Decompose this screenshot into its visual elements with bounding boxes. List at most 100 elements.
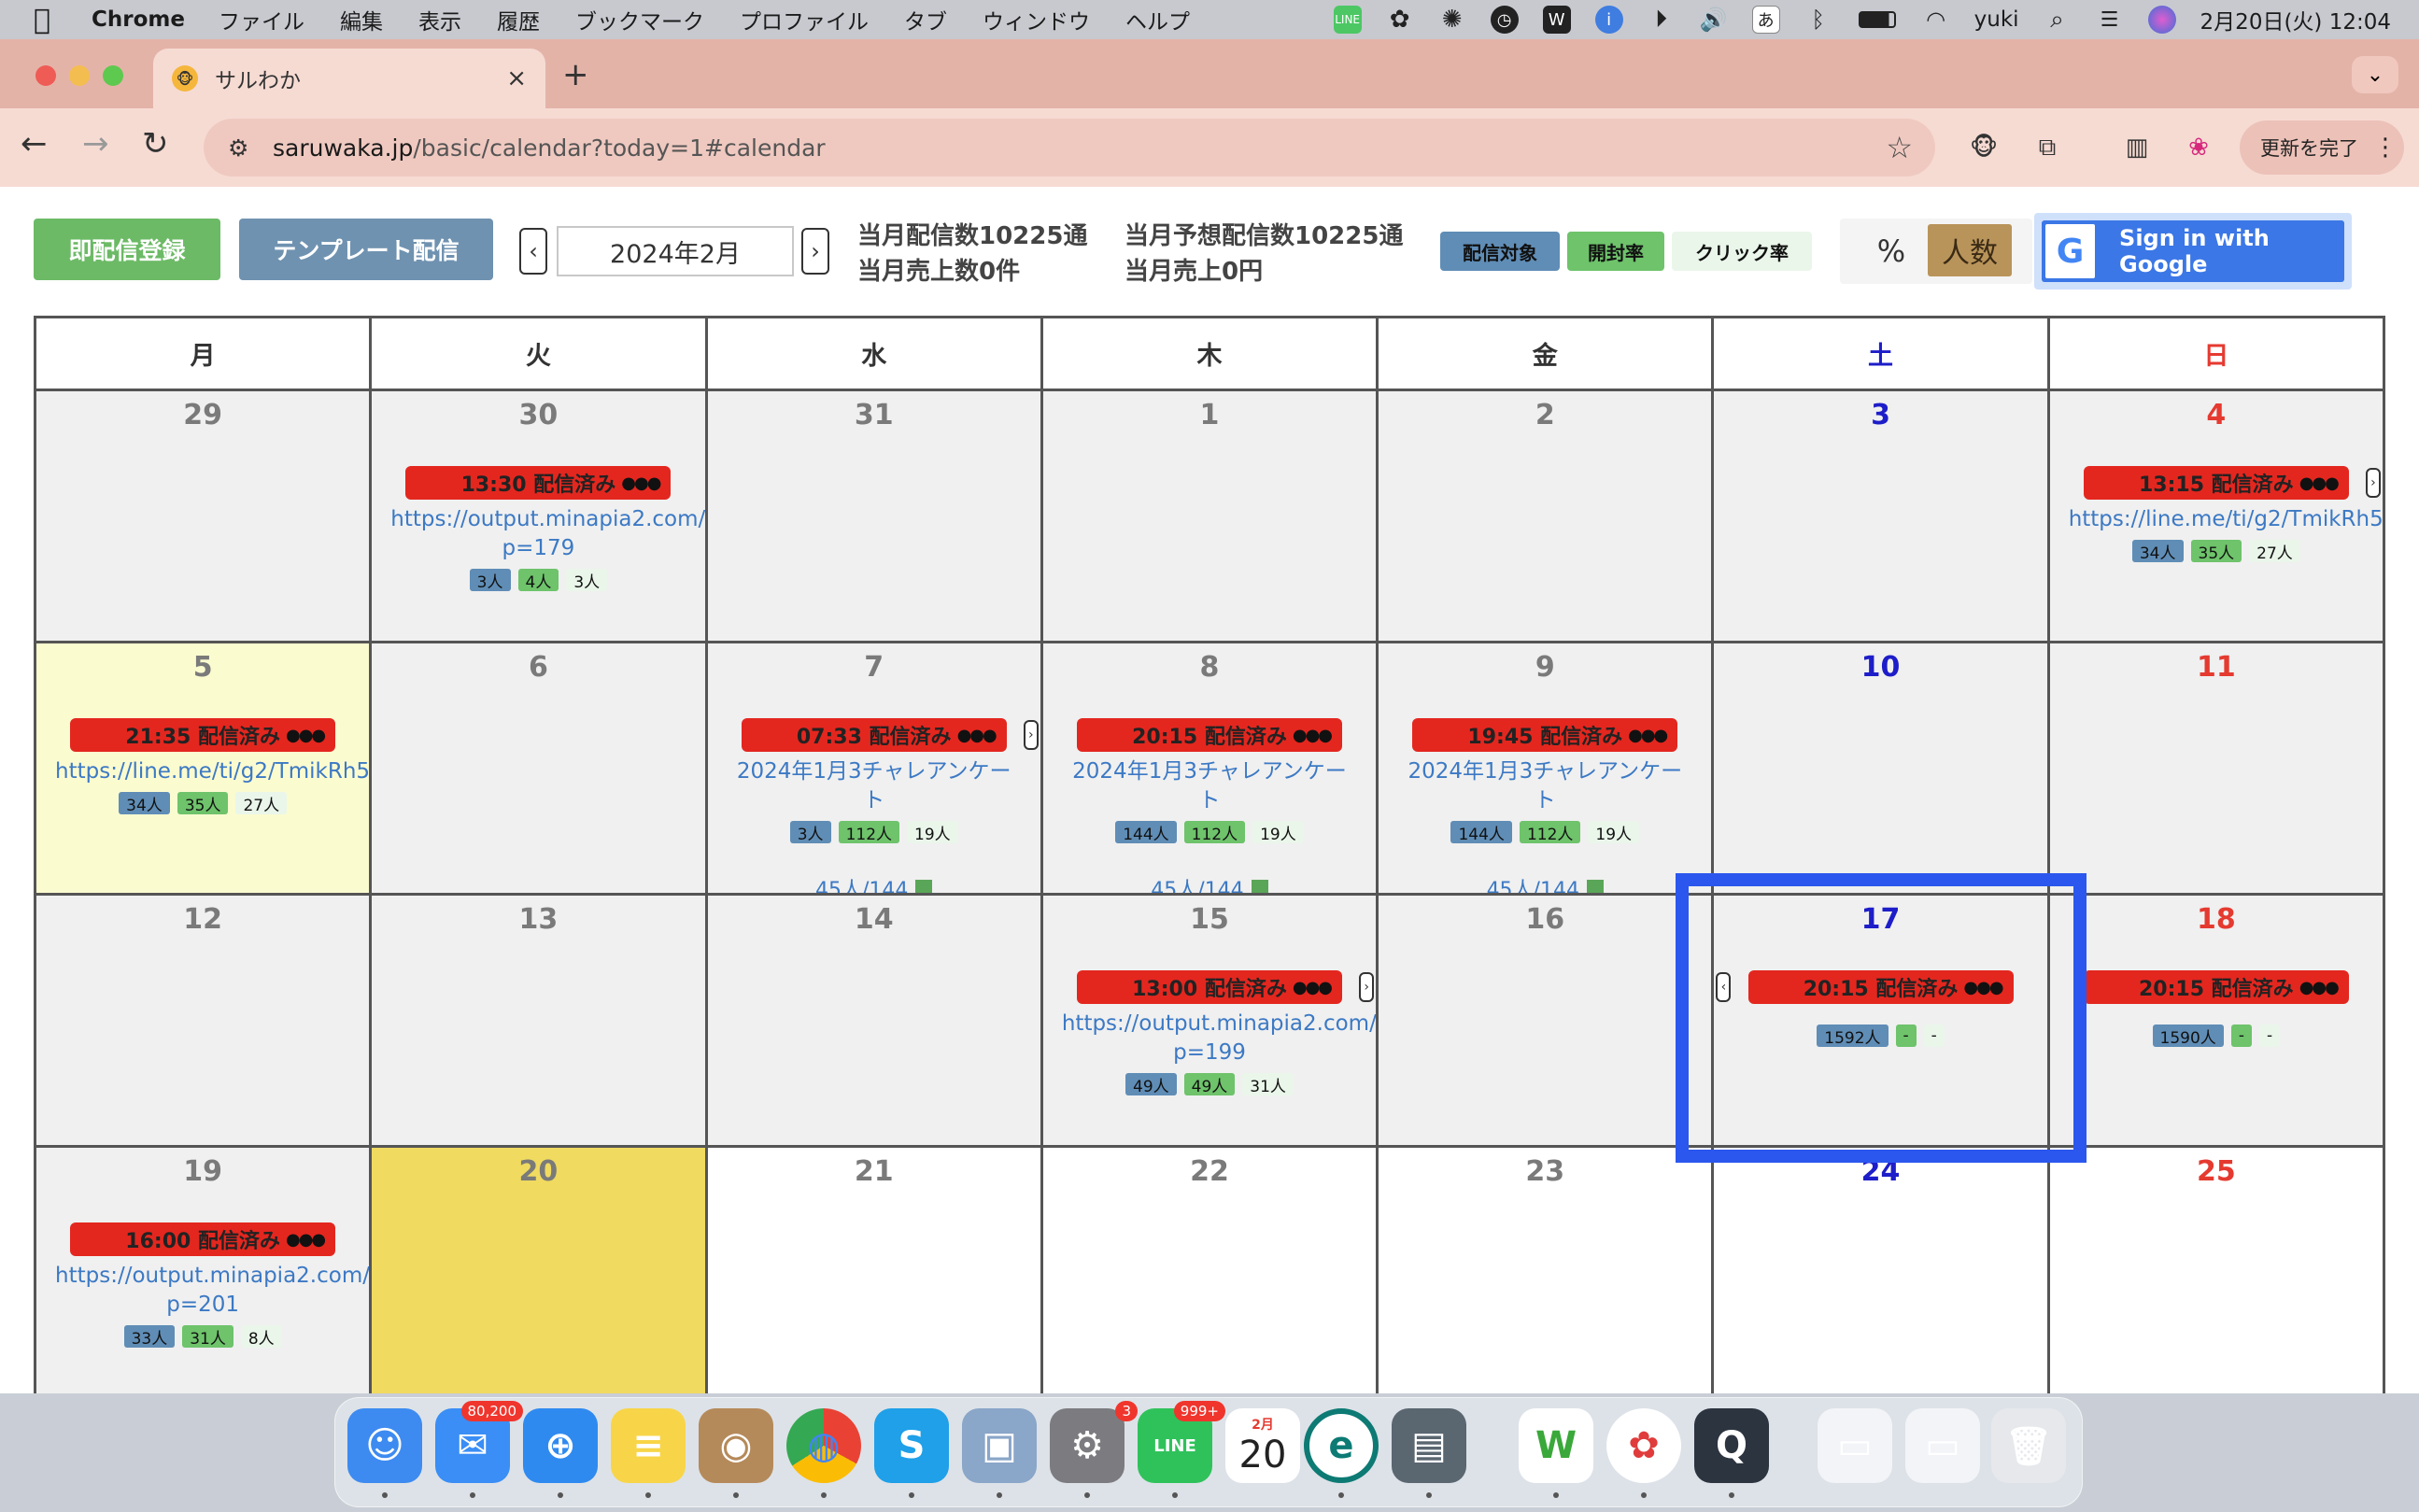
site-info-icon[interactable]: ⚙ bbox=[228, 134, 260, 162]
delivery-event[interactable]: 20:15 配信済み ●●● 2024年1月3チャレアンケート 144人 112人 19人 bbox=[1043, 718, 1376, 844]
event-link[interactable]: https://output.minapia2.com/?p=179 bbox=[372, 505, 704, 563]
event-link[interactable]: https://output.minapia2.com/?p=199 bbox=[1043, 1010, 1376, 1067]
play-icon[interactable]: ⏵ bbox=[1648, 6, 1676, 34]
volume-icon[interactable]: 🔊 bbox=[1700, 6, 1728, 34]
profile-avatar-icon[interactable]: ❀ bbox=[2182, 131, 2215, 164]
menu-tab[interactable]: タブ bbox=[904, 4, 947, 35]
event-status-bar[interactable]: 19:45 配信済み ●●● bbox=[1412, 718, 1678, 752]
calendar-day-cell[interactable]: 29 bbox=[36, 391, 373, 643]
google-signin-button[interactable]: G Sign in with Google bbox=[2042, 220, 2344, 282]
window-1-dock-icon[interactable]: ▭ bbox=[1818, 1408, 1892, 1483]
browser-tab[interactable]: 🐵 サルわか × bbox=[153, 49, 545, 108]
calendar-day-cell[interactable]: 19 16:00 配信済み ●●● https://output.minapia2.c… bbox=[36, 1148, 373, 1393]
menu-bookmarks[interactable]: ブックマーク bbox=[575, 4, 704, 35]
calendar-day-cell[interactable]: 4 13:15 配信済み ●●● https://line.me/ti/g2/Tmik… bbox=[2049, 391, 2385, 643]
event-status-bar[interactable]: 21:35 配信済み ●●● bbox=[70, 718, 336, 752]
back-icon[interactable]: ← bbox=[21, 125, 48, 163]
bookmark-star-icon[interactable]: ☆ bbox=[1886, 130, 1913, 165]
spreadsheet-icon[interactable] bbox=[1586, 880, 1604, 893]
calendar-day-cell[interactable]: 7 07:33 配信済み ●●● 2024年1月3チャレアンケート 3人 112人 19人 4… bbox=[707, 643, 1043, 896]
next-event-icon[interactable]: › bbox=[1359, 972, 1375, 1002]
menu-edit[interactable]: 編集 bbox=[340, 4, 383, 35]
calendar-day-cell[interactable]: 8 20:15 配信済み ●●● 2024年1月3チャレアンケート 144人 112人 19… bbox=[1042, 643, 1379, 896]
more-options-icon[interactable]: ●●● bbox=[1293, 978, 1333, 997]
control-center-icon[interactable]: ☰ bbox=[2096, 6, 2124, 34]
clock-icon[interactable]: ◷ bbox=[1490, 6, 1519, 34]
calendar-dock-icon[interactable]: 2月 20 bbox=[1225, 1408, 1300, 1483]
update-button[interactable]: 更新を完了 ⋮ bbox=[2240, 120, 2404, 175]
eset-dock-icon[interactable]: e bbox=[1304, 1408, 1379, 1483]
window-zoom-button[interactable] bbox=[103, 65, 123, 86]
next-event-icon[interactable]: › bbox=[2365, 468, 2381, 498]
calendar-day-cell[interactable]: 3 bbox=[1714, 391, 2050, 643]
preview-dock-icon[interactable]: ▣ bbox=[962, 1408, 1037, 1483]
scanner-dock-icon[interactable]: ▤ bbox=[1392, 1408, 1466, 1483]
system-settings-dock-icon[interactable]: ⚙ 3 bbox=[1050, 1401, 1138, 1483]
reload-icon[interactable]: ↻ bbox=[142, 125, 169, 163]
calendar-day-cell[interactable]: 5 21:35 配信済み ●●● https://line.me/ti/g2/Tmik… bbox=[36, 643, 373, 896]
more-options-icon[interactable]: ●●● bbox=[1628, 726, 1668, 745]
calendar-day-cell[interactable]: 24 bbox=[1714, 1148, 2050, 1393]
address-bar[interactable]: ⚙ saruwaka.jp/basic/calendar?today=1#cal… bbox=[204, 119, 1935, 177]
extensions-puzzle-icon[interactable]: ⧉ bbox=[2030, 131, 2064, 164]
menu-clock[interactable]: 2月20日(火) 12:04 bbox=[2200, 4, 2391, 35]
new-tab-button[interactable]: + bbox=[562, 56, 589, 93]
user-name[interactable]: yuki bbox=[1974, 7, 2019, 32]
pinwheel-dock-icon[interactable]: ✿ bbox=[1606, 1408, 1681, 1483]
chrome-dock-icon[interactable]: ◍ bbox=[786, 1408, 861, 1483]
calendar-day-cell[interactable]: 21 bbox=[707, 1148, 1043, 1393]
menu-window[interactable]: ウィンドウ bbox=[983, 4, 1090, 35]
calendar-day-cell[interactable]: 2 bbox=[1379, 391, 1715, 643]
calendar-day-cell[interactable]: 9 19:45 配信済み ●●● 2024年1月3チャレアンケート 144人 112人 19… bbox=[1379, 643, 1715, 896]
search-icon[interactable]: ⌕ bbox=[2044, 6, 2072, 34]
pinwheel-icon[interactable]: ✿ bbox=[1386, 6, 1414, 34]
event-status-bar[interactable]: 07:33 配信済み ●●● bbox=[741, 718, 1007, 752]
brightness-icon[interactable]: ✺ bbox=[1438, 6, 1466, 34]
w-app-dock-icon[interactable]: W bbox=[1519, 1408, 1593, 1483]
prev-month-button[interactable]: ‹ bbox=[519, 228, 547, 275]
people-toggle[interactable]: 人数 bbox=[1928, 224, 2012, 276]
calendar-day-cell[interactable]: 25 bbox=[2049, 1148, 2385, 1393]
answer-count-link[interactable]: 45人/144 bbox=[1043, 873, 1376, 893]
battery-icon[interactable] bbox=[1857, 6, 1898, 34]
spreadsheet-icon[interactable] bbox=[1251, 880, 1268, 893]
delivery-event[interactable]: 13:15 配信済み ●●● https://line.me/ti/g2/TmikR… bbox=[2050, 466, 2383, 563]
calendar-day-cell[interactable]: 1 bbox=[1042, 391, 1379, 643]
tab-search-button[interactable]: ⌄ bbox=[2352, 56, 2398, 93]
trash-dock-icon[interactable]: 🗑 bbox=[1991, 1408, 2066, 1483]
delivery-event[interactable]: 20:15 配信済み ●●● 1590人 - - bbox=[2050, 970, 2383, 1048]
calendar-day-cell[interactable]: 14 bbox=[707, 896, 1043, 1148]
delivery-event[interactable]: 13:30 配信済み ●●● https://output.minapia2.com… bbox=[372, 466, 705, 592]
forward-icon[interactable]: → bbox=[82, 125, 109, 163]
event-link[interactable]: 2024年1月3チャレアンケート bbox=[708, 757, 1040, 815]
calendar-day-cell[interactable]: 30 13:30 配信済み ●●● https://output.minapia2.c… bbox=[372, 391, 708, 643]
answer-count-link[interactable]: 45人/144 bbox=[708, 873, 1040, 893]
line-icon[interactable]: LINE bbox=[1333, 6, 1362, 34]
siri-icon[interactable] bbox=[2147, 6, 2176, 34]
calendar-day-cell[interactable]: 31 bbox=[707, 391, 1043, 643]
next-month-button[interactable]: › bbox=[801, 228, 829, 275]
quicktime-dock-icon[interactable]: Q bbox=[1694, 1408, 1769, 1483]
calendar-day-cell[interactable]: 23 bbox=[1379, 1148, 1715, 1393]
event-link[interactable]: https://line.me/ti/g2/TmikRh5l_EisfnSvp bbox=[2050, 505, 2383, 534]
apple-icon[interactable]:  bbox=[34, 4, 71, 36]
next-event-icon[interactable]: › bbox=[1023, 720, 1039, 750]
delivery-event[interactable]: 07:33 配信済み ●●● 2024年1月3チャレアンケート 3人 112人 19人 bbox=[708, 718, 1040, 844]
tab-close-icon[interactable]: × bbox=[506, 64, 527, 92]
input-mode-icon[interactable]: あ bbox=[1751, 6, 1780, 34]
delivery-event[interactable]: 21:35 配信済み ●●● https://line.me/ti/g2/TmikR… bbox=[36, 718, 369, 815]
notes-dock-icon[interactable]: ≡ bbox=[611, 1408, 686, 1483]
calendar-day-cell[interactable]: 15 13:00 配信済み ●●● https://output.minapia2.c… bbox=[1042, 896, 1379, 1148]
event-status-bar[interactable]: 13:00 配信済み ●●● bbox=[1076, 970, 1342, 1004]
event-status-bar[interactable]: 13:30 配信済み ●●● bbox=[405, 466, 672, 500]
event-status-bar[interactable]: 20:15 配信済み ●●● bbox=[1076, 718, 1342, 752]
percent-toggle[interactable]: % bbox=[1866, 228, 1917, 275]
event-status-bar[interactable]: 20:15 配信済み ●●● bbox=[2083, 970, 2349, 1004]
delivery-event[interactable]: 13:00 配信済み ●●● https://output.minapia2.com… bbox=[1043, 970, 1376, 1096]
delivery-event[interactable]: 16:00 配信済み ●●● https://output.minapia2.com… bbox=[36, 1222, 369, 1349]
calendar-day-cell[interactable]: 20 bbox=[372, 1148, 708, 1393]
window-close-button[interactable] bbox=[35, 65, 56, 86]
safari-dock-icon[interactable]: ⊕ bbox=[523, 1408, 598, 1483]
month-field[interactable]: 2024年2月 bbox=[557, 226, 794, 276]
event-link[interactable]: 2024年1月3チャレアンケート bbox=[1043, 757, 1376, 815]
